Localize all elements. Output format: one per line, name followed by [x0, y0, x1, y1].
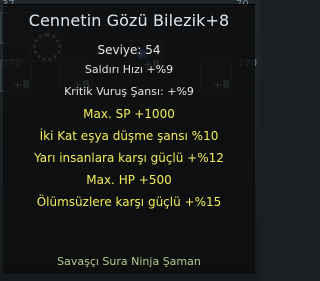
bonus-undead: Ölümsüzlere karşı güçlü +%15: [36, 195, 222, 209]
bonus-max-hp: Max. HP +500: [86, 173, 172, 187]
bonus-double-drop: İki Kat eşya düşme şansı %10: [39, 129, 219, 143]
item-tooltip: Cennetin Gözü Bilezik+8 Seviye: 54 Saldı…: [3, 4, 255, 274]
wearable-classes: Savaşçı Sura Ninja Şaman: [57, 255, 201, 268]
item-name: Cennetin Gözü Bilezik+8: [28, 11, 230, 30]
stat-critical-chance: Kritik Vuruş Şansı: +%9: [64, 85, 194, 98]
item-level: Seviye: 54: [97, 43, 161, 57]
bonus-half-human: Yarı insanlara karşı güçlü +%12: [34, 151, 224, 165]
bonus-max-sp: Max. SP +1000: [83, 107, 175, 121]
stat-attack-speed: Saldırı Hızı +%9: [84, 63, 174, 76]
